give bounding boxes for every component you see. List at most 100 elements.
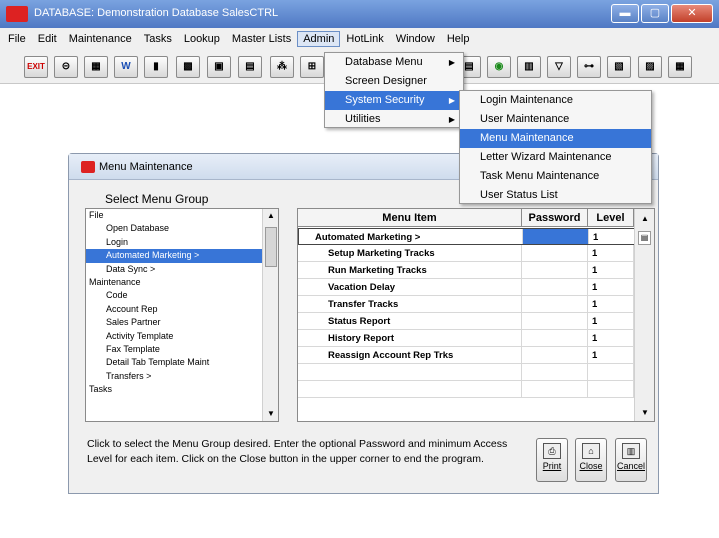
- grid-scroll-down-icon[interactable]: ▼: [635, 405, 654, 421]
- print-preview-icon[interactable]: ▧: [607, 56, 631, 78]
- table-row[interactable]: Setup Marketing Tracks 1: [298, 245, 634, 262]
- security-menu-item[interactable]: User Status List: [460, 186, 651, 205]
- cell-password[interactable]: [522, 262, 588, 278]
- scroll-thumb[interactable]: [265, 227, 277, 267]
- close-button[interactable]: ✕: [671, 4, 713, 23]
- menu-edit[interactable]: Edit: [32, 31, 63, 47]
- security-menu-item[interactable]: User Maintenance: [460, 110, 651, 129]
- menu-item-grid[interactable]: Menu Item Password Level Automated Marke…: [297, 208, 655, 422]
- chart-icon[interactable]: ▥: [517, 56, 541, 78]
- cell-level[interactable]: 1: [588, 313, 634, 329]
- trash-icon: ▥: [622, 443, 640, 459]
- menu-admin[interactable]: Admin: [297, 31, 341, 47]
- security-menu-item[interactable]: Login Maintenance: [460, 91, 651, 110]
- globe-icon[interactable]: ◉: [487, 56, 511, 78]
- cell-level[interactable]: [588, 364, 634, 380]
- table-row[interactable]: Status Report 1: [298, 313, 634, 330]
- security-menu-item[interactable]: Letter Wizard Maintenance: [460, 148, 651, 167]
- menu-group-item[interactable]: Code: [86, 289, 278, 302]
- grid-icon[interactable]: ⊞: [300, 56, 324, 78]
- table-row[interactable]: Run Marketing Tracks 1: [298, 262, 634, 279]
- admin-menu-item[interactable]: System Security ▶: [325, 91, 463, 110]
- menu-hotlink[interactable]: HotLink: [340, 31, 389, 47]
- close-form-button[interactable]: ⌂ Close: [575, 438, 607, 482]
- word-icon[interactable]: W: [114, 56, 138, 78]
- tools-icon[interactable]: ▨: [638, 56, 662, 78]
- cell-password[interactable]: [522, 381, 588, 397]
- menu-group-item[interactable]: Login: [86, 236, 278, 249]
- exit-icon[interactable]: EXIT: [24, 56, 48, 78]
- link-icon[interactable]: ⊶: [577, 56, 601, 78]
- maximize-button[interactable]: ▢: [641, 4, 669, 23]
- menu-maintenance[interactable]: Maintenance: [63, 31, 138, 47]
- settings-icon[interactable]: ▦: [668, 56, 692, 78]
- menu-group-item[interactable]: Detail Tab Template Maint: [86, 356, 278, 369]
- cell-level[interactable]: 1: [588, 296, 634, 312]
- scroll-down-icon[interactable]: ▼: [263, 407, 278, 421]
- cell-password[interactable]: [523, 229, 589, 244]
- table-row[interactable]: Transfer Tracks 1: [298, 296, 634, 313]
- table-row[interactable]: Reassign Account Rep Trks 1: [298, 347, 634, 364]
- menu-group-list[interactable]: File Open Database Login Automated Marketin…: [85, 208, 279, 422]
- table-row[interactable]: [298, 381, 634, 398]
- menu-lookup[interactable]: Lookup: [178, 31, 226, 47]
- grid-scroll-up-icon[interactable]: ▲: [635, 211, 654, 227]
- cell-password[interactable]: [522, 245, 588, 261]
- cell-level[interactable]: 1: [588, 245, 634, 261]
- grid-row-selector-icon[interactable]: ▤: [638, 231, 651, 245]
- cell-password[interactable]: [522, 296, 588, 312]
- cell-menu-item: History Report: [298, 330, 522, 346]
- cell-level[interactable]: 1: [588, 347, 634, 363]
- admin-menu-item[interactable]: Screen Designer: [325, 72, 463, 91]
- cell-level[interactable]: 1: [588, 262, 634, 278]
- cell-level[interactable]: 1: [588, 279, 634, 295]
- table-row[interactable]: Automated Marketing > 1: [298, 228, 636, 245]
- cell-level[interactable]: 1: [589, 229, 635, 244]
- menu-group-item[interactable]: Fax Template: [86, 343, 278, 356]
- scroll-up-icon[interactable]: ▲: [263, 209, 278, 223]
- table-row[interactable]: [298, 364, 634, 381]
- cancel-button[interactable]: ▥ Cancel: [615, 438, 647, 482]
- menu-group-item[interactable]: Account Rep: [86, 303, 278, 316]
- window-title: DATABASE: Demonstration Database SalesCT…: [34, 7, 279, 19]
- menu-group-item[interactable]: Data Sync >: [86, 263, 278, 276]
- cell-level[interactable]: 1: [588, 330, 634, 346]
- grid-scrollbar[interactable]: ▲ ▤ ▼: [634, 209, 654, 421]
- menu-group-item[interactable]: Sales Partner: [86, 316, 278, 329]
- menu-window[interactable]: Window: [390, 31, 441, 47]
- cell-password[interactable]: [522, 279, 588, 295]
- open-icon[interactable]: ⊝: [54, 56, 78, 78]
- cell-password[interactable]: [522, 313, 588, 329]
- print-button[interactable]: ⎙ Print: [536, 438, 568, 482]
- menu-tasks[interactable]: Tasks: [138, 31, 178, 47]
- cell-level[interactable]: [588, 381, 634, 397]
- menu-group-item[interactable]: Activity Template: [86, 330, 278, 343]
- cell-password[interactable]: [522, 330, 588, 346]
- filter-icon[interactable]: ▽: [547, 56, 571, 78]
- cell-password[interactable]: [522, 364, 588, 380]
- menu-group-item[interactable]: Automated Marketing >: [86, 249, 278, 263]
- menu-group-item[interactable]: Maintenance: [86, 276, 278, 289]
- table-row[interactable]: Vacation Delay 1: [298, 279, 634, 296]
- admin-menu-item[interactable]: Database Menu ▶: [325, 53, 463, 72]
- calendar-icon[interactable]: ▣: [207, 56, 231, 78]
- list-icon[interactable]: ▤: [238, 56, 262, 78]
- menu-master-lists[interactable]: Master Lists: [226, 31, 297, 47]
- minimize-button[interactable]: ▬: [611, 4, 639, 23]
- menu-help[interactable]: Help: [441, 31, 476, 47]
- menu-group-item[interactable]: Transfers >: [86, 370, 278, 383]
- security-menu-item[interactable]: Menu Maintenance: [460, 129, 651, 148]
- menu-group-scrollbar[interactable]: ▲ ▼: [262, 209, 278, 421]
- menu-group-item[interactable]: Tasks: [86, 383, 278, 396]
- menu-group-item[interactable]: File: [86, 209, 278, 222]
- binoculars-icon[interactable]: ⁂: [270, 56, 294, 78]
- admin-menu-item[interactable]: Utilities ▶: [325, 110, 463, 129]
- menu-group-item[interactable]: Open Database: [86, 222, 278, 235]
- contacts-icon[interactable]: ▦: [84, 56, 108, 78]
- security-menu-item[interactable]: Task Menu Maintenance: [460, 167, 651, 186]
- document-icon[interactable]: ▮: [144, 56, 168, 78]
- table-row[interactable]: History Report 1: [298, 330, 634, 347]
- report-icon[interactable]: ▩: [176, 56, 200, 78]
- cell-password[interactable]: [522, 347, 588, 363]
- menu-file[interactable]: File: [2, 31, 32, 47]
